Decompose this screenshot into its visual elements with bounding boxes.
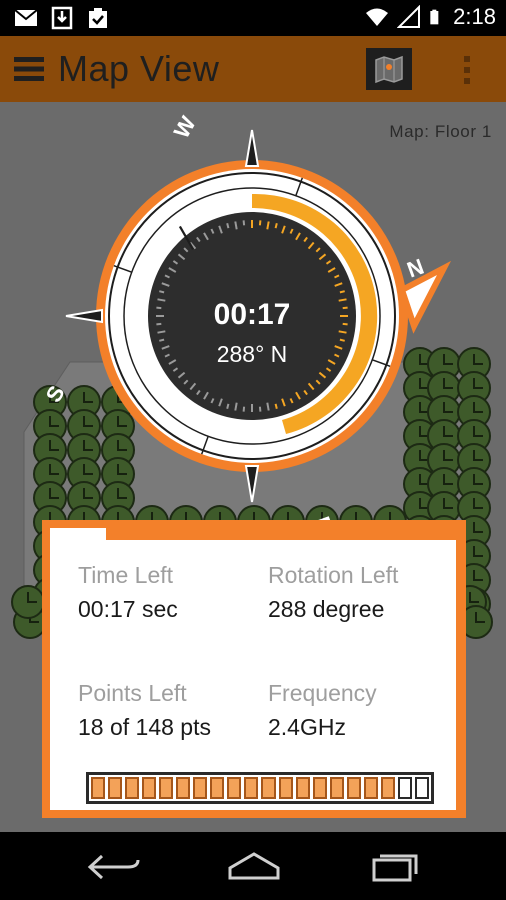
- progress-segment: [363, 777, 378, 799]
- compass-tick: [266, 402, 270, 411]
- progress-segment: [210, 777, 225, 799]
- compass-tick: [338, 298, 347, 302]
- progress-segment: [193, 777, 208, 799]
- compass-tick: [156, 306, 162, 310]
- page-title: Map View: [58, 48, 220, 89]
- app-screen: 2:18 Map View Map: Floor 1 | 00:17 288° …: [0, 0, 506, 900]
- info-card-body: Time Left 00:17 sec Rotation Left 288 de…: [50, 540, 456, 810]
- status-bar: 2:18: [0, 0, 506, 36]
- progress-segment: [312, 777, 327, 799]
- compass-heading: 288° N: [217, 341, 288, 367]
- progress-segment: [397, 777, 412, 799]
- back-icon[interactable]: [84, 850, 144, 884]
- compass-tick: [274, 223, 278, 229]
- time-left-label: Time Left: [78, 562, 174, 588]
- app-bar: Map View: [0, 36, 506, 102]
- battery-icon: [430, 9, 439, 25]
- compass-tick: [266, 221, 270, 230]
- compass-tick: [242, 220, 246, 226]
- progress-segment: [108, 777, 123, 799]
- menu-icon[interactable]: [14, 54, 44, 84]
- points-progress-bar: [86, 772, 434, 804]
- progress-segment: [142, 777, 157, 799]
- compass-tick: [159, 338, 165, 342]
- compass-tick: [242, 406, 246, 412]
- progress-segment: [278, 777, 293, 799]
- home-icon[interactable]: [224, 850, 284, 884]
- compass-tick: [338, 330, 347, 334]
- gmail-icon: [14, 9, 38, 26]
- progress-segment: [159, 777, 174, 799]
- info-card: Time Left 00:17 sec Rotation Left 288 de…: [42, 520, 466, 818]
- progress-segment: [244, 777, 259, 799]
- compass-tick: [258, 406, 262, 412]
- map-button[interactable]: [366, 48, 412, 90]
- compass-north-label: N: [404, 254, 427, 283]
- progress-segment: [227, 777, 242, 799]
- compass-tick: [258, 220, 262, 226]
- points-left-value: 18 of 148 pts: [78, 714, 211, 740]
- compass-tick: [342, 306, 348, 310]
- progress-segment: [329, 777, 344, 799]
- points-left-label: Points Left: [78, 680, 187, 706]
- west-needle: [244, 129, 260, 167]
- compass-tick: [226, 403, 230, 409]
- compass-tick: [157, 298, 166, 302]
- navigation-bar: [0, 832, 506, 900]
- compass-tick: [156, 322, 162, 326]
- time-left-value: 00:17 sec: [78, 596, 178, 622]
- south-needle: [65, 308, 103, 324]
- compass-tick: [274, 403, 278, 409]
- rotation-left-label: Rotation Left: [268, 562, 399, 588]
- compass-tick: [226, 223, 230, 229]
- compass-timer: 00:17: [214, 298, 291, 331]
- rotation-left-value: 288 degree: [268, 596, 385, 622]
- progress-segment: [380, 777, 395, 799]
- progress-segment: [176, 777, 191, 799]
- compass-tick: [234, 221, 238, 230]
- compass-tick: [157, 330, 166, 334]
- download-icon: [51, 6, 73, 30]
- compass-tick: [339, 338, 345, 342]
- cell-signal-icon: [397, 5, 421, 28]
- progress-segment: [414, 777, 429, 799]
- compass-tick: [339, 290, 345, 294]
- recents-icon[interactable]: [364, 850, 424, 884]
- progress-segment: [125, 777, 140, 799]
- card-tab: [50, 528, 106, 544]
- compass-tick: [159, 290, 165, 294]
- compass-west-label: W: [169, 112, 201, 143]
- wifi-icon: [366, 8, 389, 26]
- frequency-label: Frequency: [268, 680, 377, 706]
- status-time: 2:18: [453, 4, 496, 29]
- progress-segment: [91, 777, 106, 799]
- progress-segment: [295, 777, 310, 799]
- progress-segment: [346, 777, 361, 799]
- overflow-menu-icon[interactable]: [460, 54, 474, 86]
- compass-tick: [234, 402, 238, 411]
- clipboard-check-icon: [89, 8, 107, 28]
- frequency-value: 2.4GHz: [268, 714, 346, 740]
- map-icon: [375, 55, 403, 84]
- compass-tick: [342, 322, 348, 326]
- progress-segment: [261, 777, 276, 799]
